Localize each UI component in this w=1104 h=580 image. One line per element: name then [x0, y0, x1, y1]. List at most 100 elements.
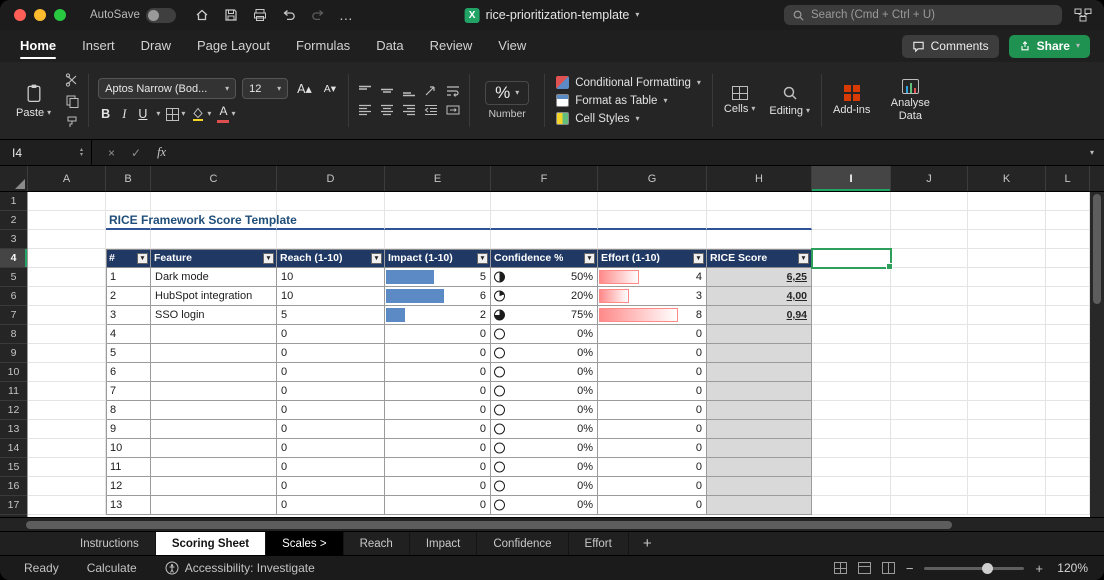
calculate-status[interactable]: Calculate — [87, 561, 137, 575]
chevron-down-icon[interactable]: ▾ — [156, 110, 160, 118]
cell-E2[interactable] — [385, 211, 491, 230]
row-header-4[interactable]: 4 — [0, 249, 27, 268]
italic-button[interactable]: I — [119, 107, 129, 122]
row-header-9[interactable]: 9 — [0, 344, 27, 363]
cell-I14[interactable] — [812, 439, 891, 458]
cell-F8[interactable]: 0% — [491, 325, 598, 344]
align-center-icon[interactable] — [380, 104, 394, 116]
cell-J5[interactable] — [891, 268, 968, 287]
sheet-tab-scales[interactable]: Scales > — [266, 532, 343, 555]
cell-F14[interactable]: 0% — [491, 439, 598, 458]
cell-J4[interactable] — [891, 249, 968, 268]
cell-A2[interactable] — [28, 211, 106, 230]
cell-J11[interactable] — [891, 382, 968, 401]
zoom-slider[interactable] — [924, 567, 1024, 570]
chevron-down-icon[interactable]: ▾ — [1090, 149, 1094, 157]
cell-A13[interactable] — [28, 420, 106, 439]
cell-A7[interactable] — [28, 306, 106, 325]
cell-H13[interactable] — [707, 420, 812, 439]
orientation-icon[interactable] — [424, 85, 438, 97]
horizontal-scrollbar[interactable] — [0, 517, 1104, 531]
normal-view-icon[interactable] — [834, 562, 847, 574]
cell-J6[interactable] — [891, 287, 968, 306]
column-header-D[interactable]: D — [277, 166, 385, 191]
cell-D12[interactable]: 0 — [277, 401, 385, 420]
zoom-out-button[interactable]: − — [906, 561, 914, 576]
cell-J12[interactable] — [891, 401, 968, 420]
column-header-A[interactable]: A — [28, 166, 106, 191]
column-header-F[interactable]: F — [491, 166, 598, 191]
cell-H5[interactable]: 6,25 — [707, 268, 812, 287]
cell-D15[interactable]: 0 — [277, 458, 385, 477]
analyse-data-button[interactable]: Analyse Data — [878, 77, 942, 124]
cell-B2[interactable]: RICE Framework Score Template — [106, 211, 151, 230]
row-header-7[interactable]: 7 — [0, 306, 27, 325]
cell-G4[interactable]: Effort (1-10)▼ — [598, 249, 707, 268]
cell-F17[interactable]: 0% — [491, 496, 598, 515]
cell-F16[interactable]: 0% — [491, 477, 598, 496]
font-size-select[interactable]: 12▾ — [242, 78, 288, 99]
accessibility-status[interactable]: Accessibility: Investigate — [165, 561, 315, 575]
cell-L7[interactable] — [1046, 306, 1090, 325]
cell-K5[interactable] — [968, 268, 1046, 287]
row-header-5[interactable]: 5 — [0, 268, 27, 287]
column-header-J[interactable]: J — [891, 166, 968, 191]
cell-L16[interactable] — [1046, 477, 1090, 496]
cell-G14[interactable]: 0 — [598, 439, 707, 458]
cell-C13[interactable] — [151, 420, 277, 439]
cell-A9[interactable] — [28, 344, 106, 363]
cell-K17[interactable] — [968, 496, 1046, 515]
cell-G13[interactable]: 0 — [598, 420, 707, 439]
cell-F3[interactable] — [491, 230, 598, 249]
cell-D1[interactable] — [277, 192, 385, 211]
cell-J10[interactable] — [891, 363, 968, 382]
cell-C17[interactable] — [151, 496, 277, 515]
insert-function-icon[interactable]: fx — [157, 145, 166, 160]
cell-C12[interactable] — [151, 401, 277, 420]
cell-I11[interactable] — [812, 382, 891, 401]
cell-I15[interactable] — [812, 458, 891, 477]
cell-C7[interactable]: SSO login — [151, 306, 277, 325]
row-header-10[interactable]: 10 — [0, 363, 27, 382]
cell-A4[interactable] — [28, 249, 106, 268]
row-header-12[interactable]: 12 — [0, 401, 27, 420]
cell-I10[interactable] — [812, 363, 891, 382]
cell-E4[interactable]: Impact (1-10)▼ — [385, 249, 491, 268]
cell-K1[interactable] — [968, 192, 1046, 211]
confirm-icon[interactable]: ✓ — [131, 146, 141, 160]
cell-F15[interactable]: 0% — [491, 458, 598, 477]
cell-E15[interactable]: 0 — [385, 458, 491, 477]
cell-A10[interactable] — [28, 363, 106, 382]
cell-K2[interactable] — [968, 211, 1046, 230]
cell-L6[interactable] — [1046, 287, 1090, 306]
cell-C14[interactable] — [151, 439, 277, 458]
cell-F9[interactable]: 0% — [491, 344, 598, 363]
cell-E3[interactable] — [385, 230, 491, 249]
increase-font-size-button[interactable]: A▴ — [294, 81, 315, 96]
font-name-select[interactable]: Aptos Narrow (Bod...▾ — [98, 78, 236, 99]
cell-A14[interactable] — [28, 439, 106, 458]
close-window-button[interactable] — [14, 9, 26, 21]
cell-H16[interactable] — [707, 477, 812, 496]
cell-C6[interactable]: HubSpot integration — [151, 287, 277, 306]
cell-D8[interactable]: 0 — [277, 325, 385, 344]
cell-L11[interactable] — [1046, 382, 1090, 401]
decrease-indent-icon[interactable] — [424, 104, 438, 116]
cell-K11[interactable] — [968, 382, 1046, 401]
cell-G3[interactable] — [598, 230, 707, 249]
fill-color-button[interactable]: ▾ — [191, 107, 211, 121]
cell-D14[interactable]: 0 — [277, 439, 385, 458]
cell-J13[interactable] — [891, 420, 968, 439]
cell-G16[interactable]: 0 — [598, 477, 707, 496]
cell-C8[interactable] — [151, 325, 277, 344]
cell-I5[interactable] — [812, 268, 891, 287]
share-button[interactable]: Share ▾ — [1009, 35, 1090, 58]
filter-dropdown-icon[interactable]: ▼ — [137, 253, 148, 264]
bold-button[interactable]: B — [98, 107, 113, 121]
cell-E16[interactable]: 0 — [385, 477, 491, 496]
horizontal-scrollbar-thumb[interactable] — [26, 521, 952, 529]
search-input[interactable] — [811, 9, 1054, 21]
cell-C5[interactable]: Dark mode — [151, 268, 277, 287]
sheet-tab-instructions[interactable]: Instructions — [64, 532, 156, 555]
cell-B14[interactable]: 10 — [106, 439, 151, 458]
